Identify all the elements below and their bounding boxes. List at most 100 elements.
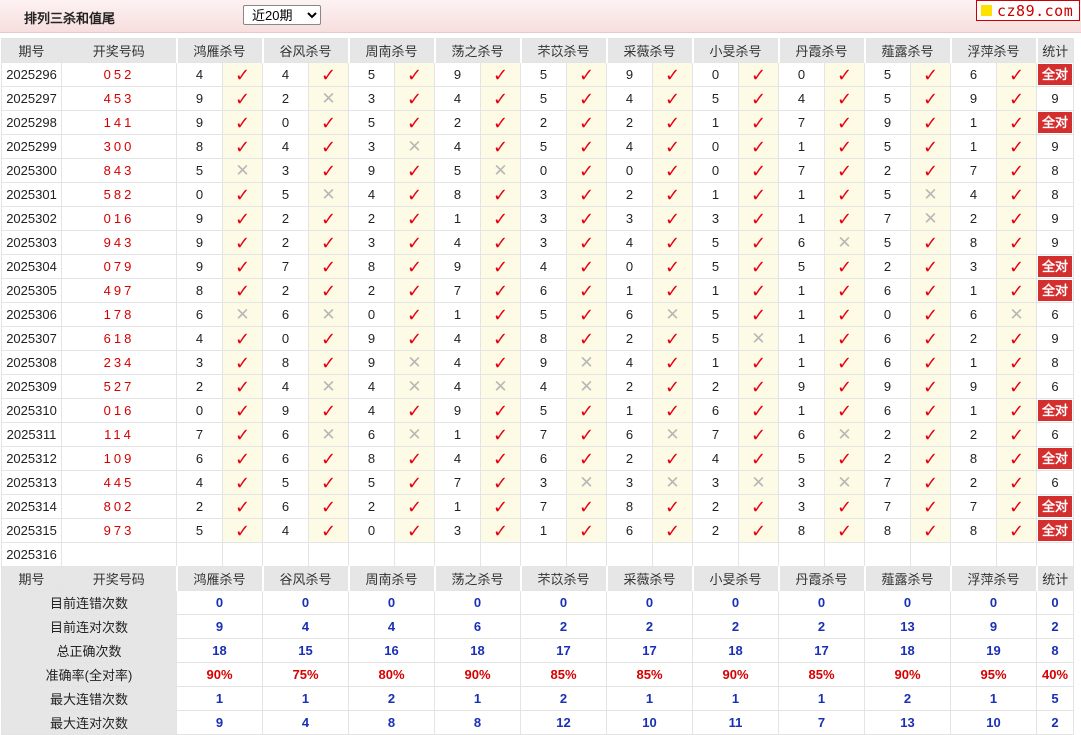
result-cell: ✓ <box>824 326 865 351</box>
check-icon: ✓ <box>492 280 509 301</box>
kill-number-cell: 3 <box>778 494 825 519</box>
result-cell: ✓ <box>480 494 521 519</box>
kill-number-cell: 5 <box>864 230 911 255</box>
current-kill-number: 8 <box>262 542 309 567</box>
kill-number-cell: 2 <box>520 110 567 135</box>
kill-number-cell: 6 <box>864 326 911 351</box>
check-icon: ✓ <box>320 520 337 541</box>
stats-value: 17 <box>606 638 693 663</box>
kill-number-cell: 9 <box>606 62 653 87</box>
stats-value: 0 <box>606 590 693 615</box>
check-icon: ✓ <box>406 472 423 493</box>
result-cell: ✓ <box>652 206 693 231</box>
result-cell: ✓ <box>394 446 435 471</box>
check-icon: ✓ <box>750 208 767 229</box>
stats-value: 90% <box>692 662 779 687</box>
result-cell: ✓ <box>480 302 521 327</box>
result-cell: ✓ <box>824 350 865 375</box>
all-correct-badge: 全对 <box>1038 64 1072 85</box>
issue-cell: 2025314 <box>1 494 62 519</box>
kill-number-cell: 3 <box>520 206 567 231</box>
stats-value: 16 <box>348 638 435 663</box>
result-cell: ✓ <box>738 230 779 255</box>
result-cell: ✓ <box>566 398 607 423</box>
kill-number-cell: 4 <box>606 350 653 375</box>
result-cell: ✓ <box>566 302 607 327</box>
kill-number-cell: 9 <box>778 374 825 399</box>
check-icon: ✓ <box>922 280 939 301</box>
result-cell: ✕ <box>738 326 779 351</box>
kill-number-cell: 6 <box>950 62 997 87</box>
kill-number-cell: 4 <box>176 470 223 495</box>
kill-number-cell: 6 <box>262 422 309 447</box>
check-icon: ✓ <box>922 400 939 421</box>
draw-number-cell: 141 <box>61 110 177 135</box>
issue-cell: 2025304 <box>1 254 62 279</box>
stats-value: 2 <box>348 686 435 711</box>
kill-number-cell: 2 <box>176 374 223 399</box>
kill-number-cell: 1 <box>692 182 739 207</box>
result-cell: ✓ <box>996 350 1037 375</box>
cross-icon: ✕ <box>837 425 852 444</box>
header-issue: 期号 <box>1 38 62 63</box>
result-cell: ✓ <box>566 446 607 471</box>
kill-number-cell: 7 <box>434 278 481 303</box>
check-icon: ✓ <box>492 472 509 493</box>
kill-number-cell: 4 <box>262 374 309 399</box>
check-icon: ✓ <box>234 88 251 109</box>
stats-value: 85% <box>520 662 607 687</box>
check-icon: ✓ <box>1008 112 1025 133</box>
check-icon: ✓ <box>234 376 251 397</box>
kill-number-cell: 2 <box>692 374 739 399</box>
cross-icon: ✕ <box>923 185 938 204</box>
check-icon: ✓ <box>1008 496 1025 517</box>
check-icon: ✓ <box>1008 400 1025 421</box>
result-cell: ✓ <box>566 422 607 447</box>
result-cell: ✓ <box>910 350 951 375</box>
kill-number-cell: 6 <box>778 422 825 447</box>
kill-number-cell: 8 <box>950 446 997 471</box>
site-logo[interactable]: cz89.com <box>976 0 1080 21</box>
result-cell: ✓ <box>652 446 693 471</box>
result-cell: ✓ <box>910 278 951 303</box>
logo-text: cz89.com <box>997 2 1074 20</box>
result-cell: ✓ <box>222 494 263 519</box>
result-cell: ✓ <box>308 518 349 543</box>
kill-number-cell: 9 <box>434 398 481 423</box>
header-method-6: 采薇杀号 <box>605 566 693 591</box>
stats-value: 4 <box>262 614 349 639</box>
check-icon: ✓ <box>1008 208 1025 229</box>
check-icon: ✓ <box>1008 232 1025 253</box>
check-icon: ✓ <box>406 496 423 517</box>
draw-number-cell: 114 <box>61 422 177 447</box>
result-cell: ✓ <box>738 278 779 303</box>
cross-icon: ✕ <box>665 305 680 324</box>
result-cell: ✓ <box>652 62 693 87</box>
current-kill-label: 当前期杀号 <box>61 542 177 567</box>
stats-value: 19 <box>950 638 1037 663</box>
kill-number-cell: 0 <box>348 302 395 327</box>
all-correct-badge: 全对 <box>1038 448 1072 469</box>
current-kill-number: 3 <box>434 542 481 567</box>
check-icon: ✓ <box>1008 136 1025 157</box>
kill-number-cell: 5 <box>520 134 567 159</box>
table-row: 2025307 618 4 ✓ 0 ✓ 9 ✓ 4 ✓ 8 ✓ 2 ✓ 5 ✕ 1 ✓ 6 ✓ 2 ✓ 9 <box>1 326 1074 351</box>
result-cell: ✕ <box>652 302 693 327</box>
result-cell: ✓ <box>222 422 263 447</box>
draw-number-cell: 582 <box>61 182 177 207</box>
stats-value: 17 <box>520 638 607 663</box>
check-icon: ✓ <box>750 496 767 517</box>
draw-number-cell: 943 <box>61 230 177 255</box>
kill-number-cell: 1 <box>778 326 825 351</box>
result-cell: ✓ <box>824 158 865 183</box>
result-cell: ✕ <box>824 470 865 495</box>
stats-label: 准确率(全对率) <box>1 662 177 687</box>
draw-number-cell: 016 <box>61 398 177 423</box>
kill-number-cell: 5 <box>692 302 739 327</box>
kill-number-cell: 0 <box>520 158 567 183</box>
result-cell: ✕ <box>480 374 521 399</box>
stats-value: 9 <box>176 710 263 735</box>
result-cell: ✕ <box>394 422 435 447</box>
kill-number-cell: 7 <box>434 470 481 495</box>
range-select[interactable]: 近20期 <box>243 5 321 25</box>
